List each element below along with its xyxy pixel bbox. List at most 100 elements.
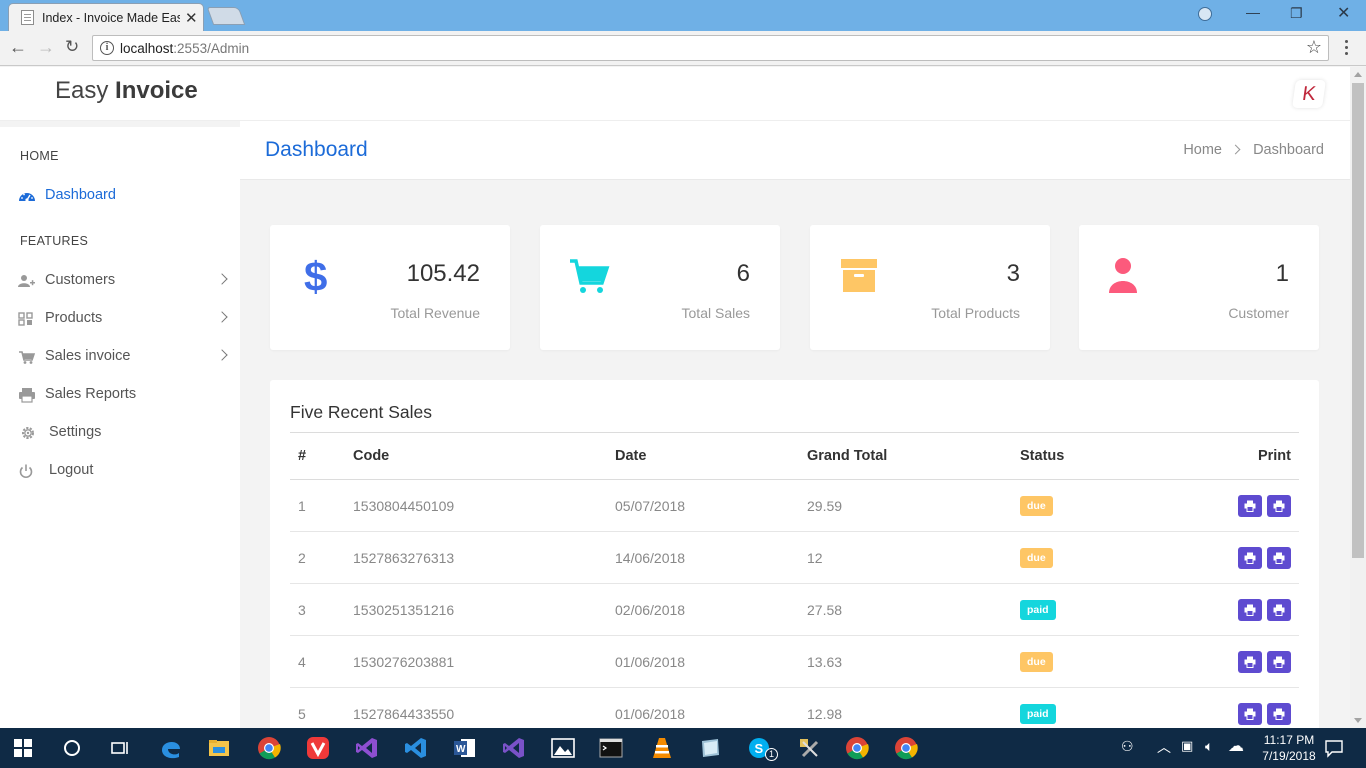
app-tile-icon[interactable]	[698, 736, 722, 760]
table-row: 1 1530804450109 05/07/2018 29.59 due	[290, 479, 1299, 532]
task-view-icon[interactable]	[108, 736, 132, 760]
chrome-3-icon[interactable]	[894, 736, 918, 760]
back-icon[interactable]: ←	[9, 37, 27, 58]
sidebar-item-products[interactable]: Products	[0, 304, 240, 334]
print-invoice-button[interactable]	[1238, 494, 1262, 517]
browser-titlebar: Index - Invoice Made Eas ✕ — ❐ ✕	[0, 0, 1366, 31]
printer-icon	[1273, 604, 1285, 616]
browser-menu-icon[interactable]	[1345, 40, 1349, 58]
status-cell: due	[1012, 635, 1132, 688]
site-info-icon[interactable]: i	[100, 41, 114, 55]
printer-icon	[19, 388, 35, 403]
print-invoice-button[interactable]	[1238, 702, 1262, 725]
brand-logo[interactable]: Easy Invoice	[55, 77, 198, 105]
word-icon[interactable]: W	[453, 736, 477, 760]
people-icon[interactable]: ⚇	[1121, 738, 1134, 755]
table-row: 5 1527864433550 01/06/2018 12.98 paid	[290, 687, 1299, 728]
sidebar-item-sales-invoice[interactable]: Sales invoice	[0, 342, 240, 372]
photos-icon[interactable]	[551, 736, 575, 760]
network-icon[interactable]: ▣	[1181, 738, 1193, 754]
visual-studio-2-icon[interactable]	[502, 736, 526, 760]
print-receipt-button[interactable]	[1267, 598, 1291, 621]
grand-total: 13.63	[799, 635, 1012, 688]
column-header: Date	[607, 432, 799, 480]
print-receipt-button[interactable]	[1267, 494, 1291, 517]
onedrive-icon[interactable]: ☁	[1228, 736, 1244, 756]
cortana-search-icon[interactable]	[61, 736, 85, 760]
user-avatar[interactable]: K	[1292, 80, 1326, 108]
scroll-thumb[interactable]	[1352, 83, 1364, 558]
edge-browser-icon[interactable]	[159, 736, 183, 760]
sidebar-item-sales-reports[interactable]: Sales Reports	[0, 380, 240, 410]
print-invoice-button[interactable]	[1238, 650, 1262, 673]
page-scrollbar[interactable]	[1350, 67, 1366, 728]
print-receipt-button[interactable]	[1267, 546, 1291, 569]
invoice-code: 1527863276313	[345, 531, 607, 584]
minimize-icon[interactable]: —	[1246, 4, 1260, 20]
sidebar-item-label: Products	[45, 310, 103, 326]
gear-icon	[22, 427, 34, 439]
printer-icon	[1244, 604, 1256, 616]
chrome-icon[interactable]	[257, 736, 281, 760]
sidebar-item-settings[interactable]: Settings	[0, 418, 240, 448]
svg-text:$: $	[304, 255, 327, 297]
sidebar-item-label: Sales Reports	[45, 386, 137, 402]
system-clock[interactable]: 11:17 PM 7/19/2018	[1260, 732, 1318, 764]
status-badge: due	[1020, 495, 1053, 516]
status-badge: due	[1020, 547, 1053, 568]
row-number: 4	[290, 635, 345, 688]
new-tab-button[interactable]	[206, 7, 246, 25]
recent-sales-card: Five Recent Sales # Code Date Grand Tota…	[270, 380, 1319, 728]
volume-icon[interactable]: 🔈︎	[1205, 738, 1213, 755]
print-invoice-button[interactable]	[1238, 598, 1262, 621]
sidebar-item-customers[interactable]: Customers	[0, 266, 240, 296]
breadcrumb-current: Dashboard	[1253, 142, 1324, 158]
address-bar[interactable]: i localhost:2553/Admin ☆	[92, 35, 1329, 61]
print-receipt-button[interactable]	[1267, 702, 1291, 725]
sidebar-item-logout[interactable]: Logout	[0, 456, 240, 486]
stat-card-revenue: $ 105.42 Total Revenue	[270, 225, 510, 350]
breadcrumb-home[interactable]: Home	[1183, 142, 1222, 158]
chrome-2-icon[interactable]	[845, 736, 869, 760]
grand-total: 12	[799, 531, 1012, 584]
bookmark-star-icon[interactable]: ☆	[1306, 37, 1322, 58]
recent-sales-title: Five Recent Sales	[290, 402, 433, 422]
print-cell	[1132, 635, 1299, 688]
vlc-icon[interactable]	[650, 736, 674, 760]
svg-text:S: S	[755, 741, 764, 756]
status-badge: due	[1020, 651, 1053, 672]
print-invoice-button[interactable]	[1238, 546, 1262, 569]
windows-start-icon[interactable]	[13, 738, 33, 758]
page-favicon-icon	[21, 10, 34, 25]
forward-icon[interactable]: →	[37, 37, 55, 58]
sidebar-item-dashboard[interactable]: Dashboard	[0, 181, 240, 211]
browser-tab-active[interactable]: Index - Invoice Made Eas ✕	[8, 3, 204, 31]
grand-total: 29.59	[799, 479, 1012, 532]
column-header: Code	[345, 432, 607, 480]
file-explorer-icon[interactable]	[207, 736, 231, 760]
row-number: 2	[290, 531, 345, 584]
reload-icon[interactable]: ↻	[65, 37, 79, 57]
scroll-down-icon[interactable]	[1354, 718, 1362, 723]
scroll-up-icon[interactable]	[1354, 72, 1362, 77]
print-receipt-button[interactable]	[1267, 650, 1291, 673]
column-header: #	[290, 432, 345, 480]
invoice-date: 01/06/2018	[607, 687, 799, 728]
maximize-icon[interactable]: ❐	[1290, 5, 1303, 22]
vivaldi-icon[interactable]	[306, 736, 330, 760]
close-window-icon[interactable]: ✕	[1337, 3, 1350, 23]
status-cell: due	[1012, 479, 1132, 532]
visual-studio-icon[interactable]	[355, 736, 379, 760]
tab-close-icon[interactable]: ✕	[185, 9, 198, 27]
table-row: 3 1530251351216 02/06/2018 27.58 paid	[290, 583, 1299, 636]
vscode-icon[interactable]	[404, 736, 428, 760]
chevron-right-icon	[216, 273, 228, 285]
command-prompt-icon[interactable]	[599, 736, 623, 760]
print-cell	[1132, 479, 1299, 532]
chevron-up-icon[interactable]: ︿	[1157, 737, 1171, 757]
column-header: Grand Total	[799, 432, 1012, 480]
tools-icon[interactable]	[797, 736, 821, 760]
profile-icon[interactable]	[1198, 7, 1212, 21]
status-cell: paid	[1012, 583, 1132, 636]
action-center-icon[interactable]	[1324, 738, 1344, 758]
